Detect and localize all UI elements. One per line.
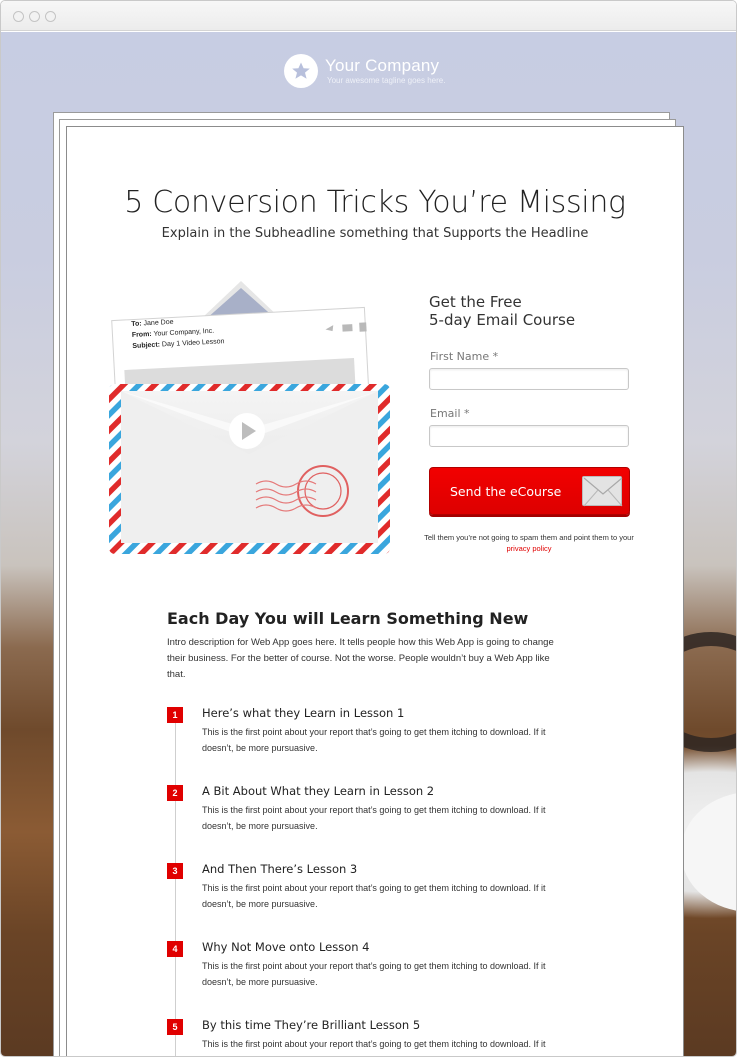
spam-note: Tell them you’re not going to spam them …	[421, 532, 637, 554]
main-content-card	[66, 126, 684, 1056]
form-title-line2: 5-day Email Course	[429, 311, 576, 329]
star-icon	[292, 62, 310, 79]
company-logo[interactable]	[284, 54, 318, 88]
company-tagline: Your awesome tagline goes here.	[327, 76, 446, 85]
lesson-title: Why Not Move onto Lesson 4	[202, 940, 370, 954]
envelope-illustration: To: Jane Doe From: Your Company, Inc. Su…	[101, 279, 401, 579]
lesson-body: This is the first point about your repor…	[202, 805, 546, 831]
lesson-number-badge: 3	[167, 863, 183, 879]
lesson-number-badge: 4	[167, 941, 183, 957]
minimize-window-button[interactable]	[29, 11, 40, 22]
page-headline: 5 Conversion Tricks You’re Missing	[124, 185, 626, 220]
saucer-shape	[681, 792, 736, 912]
lesson-title: Here’s what they Learn in Lesson 1	[202, 706, 405, 720]
learn-section-title: Each Day You will Learn Something New	[167, 609, 529, 628]
send-ecourse-button[interactable]: Send the eCourse	[429, 467, 630, 515]
lesson-number-badge: 1	[167, 707, 183, 723]
email-preview-header: To: Jane Doe From: Your Company, Inc. Su…	[131, 314, 225, 352]
lesson-body: This is the first point about your repor…	[202, 727, 546, 753]
email-input[interactable]	[429, 425, 629, 447]
privacy-policy-link[interactable]: privacy policy	[506, 544, 551, 553]
lesson-title: A Bit About What they Learn in Lesson 2	[202, 784, 435, 798]
email-subject-label: Subject:	[132, 341, 161, 350]
learn-section-intro: Intro description for Web App goes here.…	[167, 637, 554, 680]
first-name-label: First Name *	[430, 350, 499, 363]
window-titlebar	[1, 1, 736, 31]
page-subheadline: Explain in the Subheadline something tha…	[161, 226, 589, 241]
form-title: Get the Free 5-day Email Course	[429, 293, 575, 329]
first-name-input[interactable]	[429, 368, 629, 390]
spam-note-text: Tell them you’re not going to spam them …	[424, 533, 634, 542]
browser-window: Your Company Your awesome tagline goes h…	[0, 0, 737, 1057]
email-from-label: From:	[131, 330, 152, 339]
maximize-window-button[interactable]	[45, 11, 56, 22]
send-ecourse-label: Send the eCourse	[450, 484, 562, 499]
lesson-title: By this time They’re Brilliant Lesson 5	[202, 1018, 421, 1032]
email-to-label: To:	[131, 320, 142, 328]
lesson-number-badge: 5	[167, 1019, 183, 1035]
lesson-body: This is the first point about your repor…	[202, 883, 546, 909]
lesson-title: And Then There’s Lesson 3	[202, 862, 358, 876]
envelope-icon	[582, 476, 623, 507]
lesson-number-badge: 2	[167, 785, 183, 801]
form-title-line1: Get the Free	[429, 293, 522, 311]
email-subject-value: Day 1 Video Lesson	[161, 338, 225, 349]
email-label: Email *	[430, 407, 470, 420]
lesson-body: This is the first point about your repor…	[202, 961, 546, 987]
close-window-button[interactable]	[13, 11, 24, 22]
lesson-body: This is the first point about your repor…	[202, 1039, 546, 1056]
timeline-line	[175, 713, 176, 1056]
email-to-value: Jane Doe	[143, 318, 174, 328]
company-name: Your Company	[325, 56, 440, 75]
